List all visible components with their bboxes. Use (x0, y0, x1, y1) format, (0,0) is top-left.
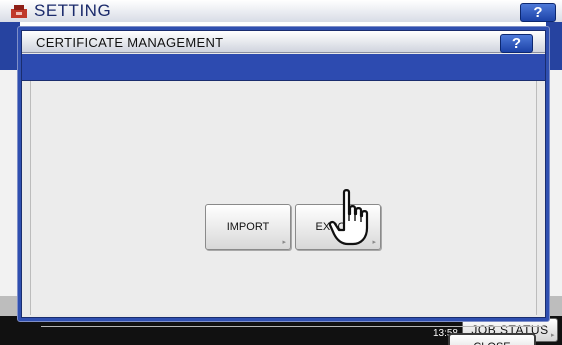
import-button[interactable]: IMPORT ▸ (205, 204, 291, 250)
dialog-titlebar: CERTIFICATE MANAGEMENT ? (22, 31, 545, 53)
dialog-help-button[interactable]: ? (500, 34, 533, 53)
dialog-body: CERTIFICATE MANAGEMENT ? IMPORT ▸ EXPORT… (21, 30, 546, 345)
dialog-header-band (22, 54, 545, 81)
dialog-title: CERTIFICATE MANAGEMENT (36, 35, 224, 50)
close-button[interactable]: CLOSE (448, 333, 536, 345)
arrow-right-icon: ▸ (282, 239, 286, 246)
dialog-divider (41, 326, 544, 327)
dialog-content-area: IMPORT ▸ EXPORT ▸ CLOSE (30, 81, 544, 345)
setting-titlebar: SETTING ? (0, 0, 562, 22)
arrow-right-icon: ▸ (372, 239, 376, 246)
setting-title: SETTING (34, 1, 112, 20)
arrow-right-icon: ▸ (550, 332, 555, 339)
setting-help-button[interactable]: ? (520, 3, 556, 22)
hand-pointer-icon (328, 189, 369, 246)
certificate-management-dialog: CERTIFICATE MANAGEMENT ? IMPORT ▸ EXPORT… (17, 26, 550, 345)
import-button-label: IMPORT (226, 221, 270, 233)
setting-logo-icon (11, 5, 27, 18)
